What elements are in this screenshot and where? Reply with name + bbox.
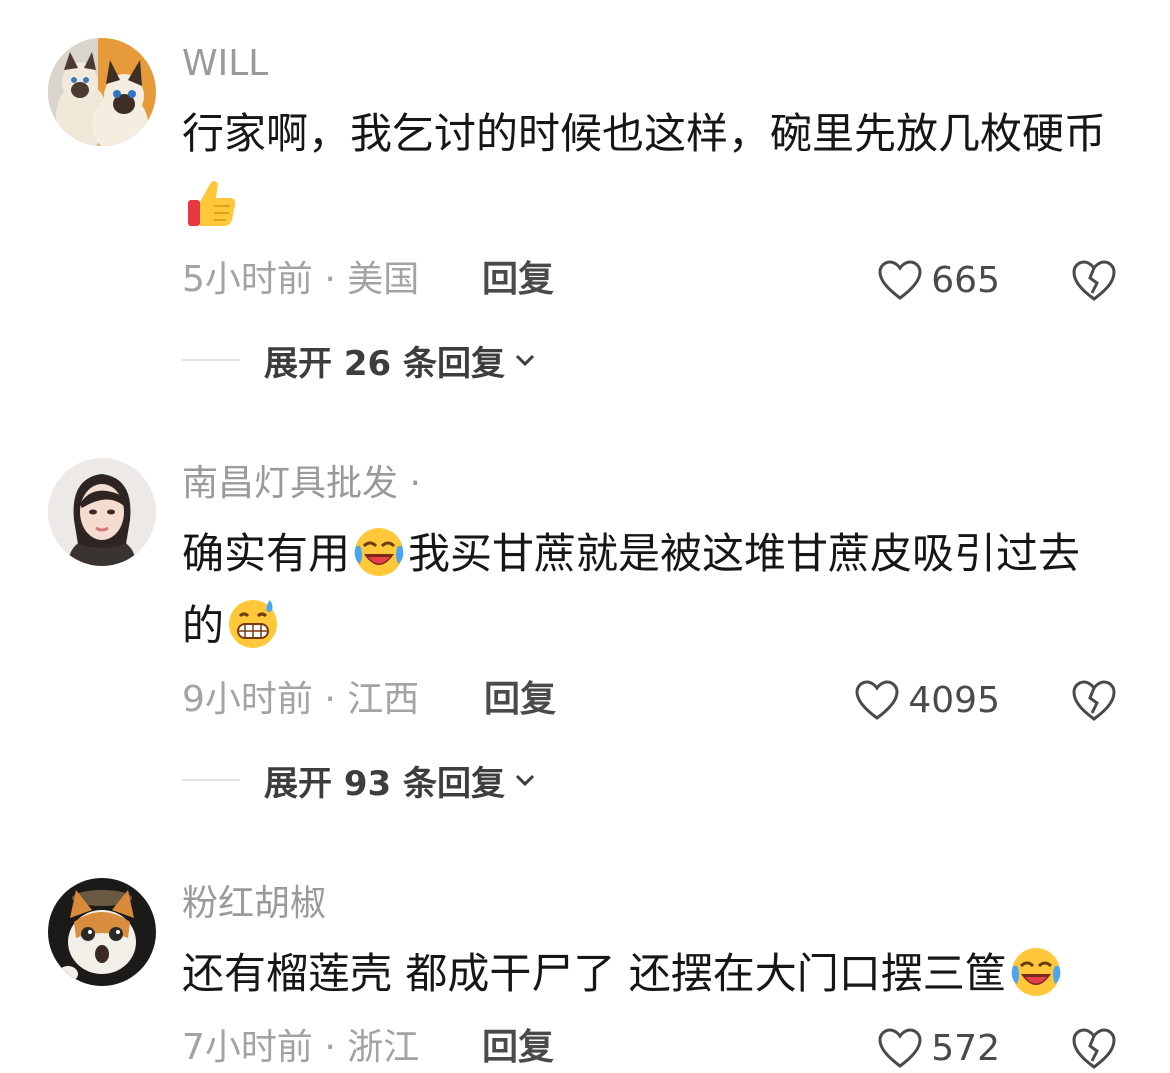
laughing-crying-icon — [1009, 944, 1063, 998]
dislike-button[interactable] — [1070, 1026, 1118, 1070]
comment-text: 行家啊，我乞讨的时候也这样，碗里先放几枚硬币 — [182, 98, 1122, 242]
reply-button[interactable]: 回复 — [482, 1026, 554, 1070]
comment-meta: 9小时前 · 江西 — [182, 679, 420, 720]
broken-heart-icon — [1072, 260, 1116, 301]
comment-meta: 7小时前 · 浙江 — [182, 1027, 420, 1068]
heart-icon — [878, 1028, 922, 1068]
expand-replies-label: 展开 93 条回复 — [264, 763, 505, 804]
expand-replies-button[interactable]: 展开 26 条回复 — [182, 338, 537, 384]
chevron-down-icon — [515, 774, 535, 787]
chevron-down-icon — [515, 354, 535, 367]
heart-icon — [855, 680, 899, 720]
avatar[interactable] — [48, 38, 156, 146]
username[interactable]: WILL — [182, 42, 268, 86]
reply-button[interactable]: 回复 — [484, 678, 556, 722]
comment-text: 还有榴莲壳 都成干尸了 还摆在大门口摆三筐 — [182, 938, 1122, 1010]
dislike-button[interactable] — [1070, 258, 1118, 302]
broken-heart-icon — [1072, 680, 1116, 721]
grinning-sweat-icon — [226, 596, 280, 650]
avatar[interactable] — [48, 458, 156, 566]
broken-heart-icon — [1072, 1028, 1116, 1069]
comment-text-content: 确实有用 — [182, 529, 351, 578]
like-button[interactable]: 572 — [877, 1026, 1000, 1070]
heart-icon — [878, 260, 922, 300]
expand-replies-label: 展开 26 条回复 — [264, 343, 505, 384]
comment-text: 确实有用 我买甘蔗就是被这堆甘蔗皮吸引过去的 — [182, 518, 1122, 662]
like-button[interactable]: 665 — [877, 258, 1000, 302]
divider — [182, 779, 240, 781]
username[interactable]: 南昌灯具批发 · — [182, 462, 421, 506]
thumbs-up-icon — [184, 176, 238, 230]
divider — [182, 359, 240, 361]
like-button[interactable]: 4095 — [854, 678, 1000, 722]
dislike-button[interactable] — [1070, 678, 1118, 722]
comment-meta: 5小时前 · 美国 — [182, 259, 420, 300]
like-count: 572 — [931, 1027, 1000, 1069]
reply-button[interactable]: 回复 — [482, 258, 554, 302]
like-count: 665 — [931, 259, 1000, 301]
laughing-crying-icon — [352, 524, 406, 578]
comment-text-content: 还有榴莲壳 都成干尸了 还摆在大门口摆三筐 — [182, 949, 1007, 998]
expand-replies-button[interactable]: 展开 93 条回复 — [182, 758, 537, 804]
avatar[interactable] — [48, 878, 156, 986]
username[interactable]: 粉红胡椒 — [182, 882, 326, 926]
comment-text-content: 行家啊，我乞讨的时候也这样，碗里先放几枚硬币 — [182, 109, 1107, 158]
like-count: 4095 — [908, 679, 1000, 721]
